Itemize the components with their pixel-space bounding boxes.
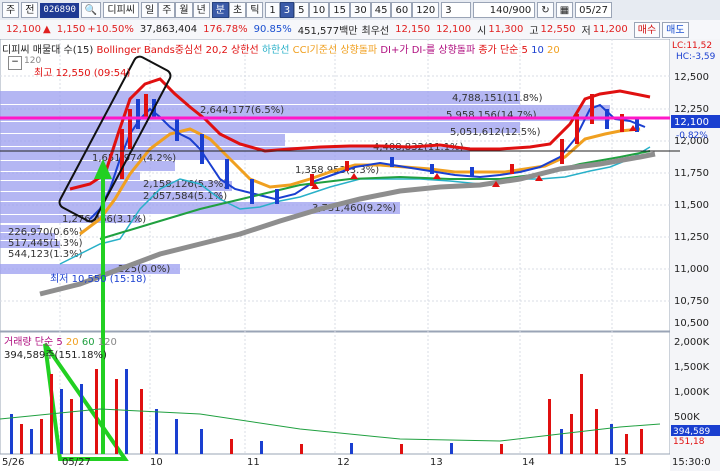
trade-strength: 90.85%: [253, 24, 292, 35]
svg-text:15: 15: [614, 457, 627, 468]
svg-text:1,500K: 1,500K: [674, 362, 710, 373]
low-price: 11,200: [592, 24, 628, 35]
period-week[interactable]: 주: [158, 2, 176, 18]
svg-text:10: 10: [150, 457, 163, 468]
last-volume: 394,589: [673, 427, 710, 437]
interval-3[interactable]: 3: [279, 2, 295, 18]
best-ask: 12,150: [395, 24, 431, 35]
svg-text:15:30:0: 15:30:0: [672, 457, 711, 468]
calendar-icon[interactable]: ▦: [555, 2, 574, 18]
count-field[interactable]: 140/900: [473, 2, 536, 18]
vp-label: 4,788,151(11.8%): [452, 93, 543, 104]
buy-button[interactable]: 매수: [633, 21, 661, 38]
high-label: 고: [529, 26, 539, 37]
legend-ma20: 20: [547, 45, 560, 56]
vp-label: 1,651,974(4.2%): [92, 153, 176, 164]
best-bid: 12,100: [436, 24, 472, 35]
svg-text:11,000: 11,000: [674, 264, 709, 275]
chart-title: 디피씨 매물대 수(15): [2, 45, 94, 56]
svg-text:12: 12: [337, 457, 350, 468]
stock-code-input[interactable]: 026890: [40, 2, 79, 18]
vp-label: 2,644,177(6.5%): [200, 105, 284, 116]
svg-text:500K: 500K: [674, 412, 700, 423]
stock-name: 디피씨: [103, 2, 139, 18]
interval-minute[interactable]: 분: [211, 2, 229, 18]
legend-ma: 종가 단순 5: [478, 45, 528, 56]
period-year[interactable]: 년: [192, 2, 210, 18]
open-label: 시: [477, 26, 487, 37]
interval-tick[interactable]: 틱: [246, 2, 264, 18]
refresh-icon[interactable]: ↻: [537, 2, 554, 18]
lc-value: LC:11,52: [672, 41, 713, 51]
market-select[interactable]: 전: [21, 2, 39, 18]
svg-text:11,250: 11,250: [674, 232, 709, 243]
interval-15[interactable]: 15: [329, 2, 350, 18]
svg-text:2,000K: 2,000K: [674, 337, 710, 348]
svg-text:11,750: 11,750: [674, 168, 709, 179]
interval-10[interactable]: 10: [308, 2, 330, 18]
volume-ratio: 176.78%: [203, 24, 248, 35]
period-day[interactable]: 일: [140, 2, 159, 18]
legend-di: DI+가 DI-를 상향돌파: [380, 45, 476, 56]
box-120: 120: [24, 56, 42, 66]
last-price: 12,100: [674, 117, 709, 128]
up-arrow-icon: ▲: [43, 24, 51, 35]
chart-area[interactable]: 4,788,151(11.8%) 5,958,156(14.7%) 5,051,…: [0, 39, 720, 471]
svg-text:10,750: 10,750: [674, 296, 709, 307]
svg-text:10,500: 10,500: [674, 318, 709, 329]
hc-value: HC:-3,59: [676, 52, 716, 62]
change-rate: +10.50%: [87, 24, 134, 35]
last-volume-ratio: 151,18: [673, 437, 705, 447]
date-field[interactable]: 05/27: [575, 2, 612, 18]
min-annotation: 최저 10,550 (15:18): [50, 273, 146, 285]
quote-bar: 12,100 ▲ 1,150 +10.50% 37,863,404 176.78…: [0, 20, 720, 40]
svg-text:11: 11: [247, 457, 260, 468]
collapse-button[interactable]: −: [8, 56, 22, 70]
best-ask-label: 최우선: [361, 26, 390, 37]
svg-text:5/26: 5/26: [2, 457, 24, 468]
price-change: 1,150: [56, 24, 86, 35]
vp-label: 226,970(0.6%): [8, 227, 83, 238]
vp-label: 5,051,612(12.5%): [450, 127, 541, 138]
svg-text:1,000K: 1,000K: [674, 387, 710, 398]
legend-cci: CCI기준선 상향돌파: [292, 45, 378, 56]
search-icon[interactable]: 🔍: [80, 2, 102, 18]
legend-ma10: 10: [531, 45, 544, 56]
high-price: 12,550: [540, 24, 576, 35]
open-price: 11,300: [488, 24, 524, 35]
current-price: 12,100: [6, 24, 41, 35]
svg-text:12,500: 12,500: [674, 72, 709, 83]
last-rate: -0.82%: [676, 131, 708, 141]
legend-upper: 상한선: [231, 45, 259, 56]
low-label: 저: [581, 26, 591, 37]
interval-1[interactable]: 1: [265, 2, 280, 18]
period-month[interactable]: 월: [175, 2, 193, 18]
volume-value: 394,589주(151.18%): [4, 350, 107, 361]
trade-volume: 37,863,404: [139, 24, 198, 35]
interval-second[interactable]: 초: [229, 2, 247, 18]
vp-label: 517,445(1.3%): [8, 238, 83, 249]
interval-30[interactable]: 30: [350, 2, 371, 18]
interval-45[interactable]: 45: [370, 2, 392, 18]
interval-5[interactable]: 5: [294, 2, 309, 18]
interval-input[interactable]: 3: [441, 2, 472, 18]
svg-text:13: 13: [430, 457, 443, 468]
price-chart: 4,788,151(11.8%) 5,958,156(14.7%) 5,051,…: [0, 39, 720, 471]
trade-amount: 451,577백만: [297, 26, 358, 37]
interval-60[interactable]: 60: [391, 2, 413, 18]
svg-text:14: 14: [522, 457, 535, 468]
svg-text:05/27: 05/27: [62, 457, 91, 468]
legend-lower: 하한선: [261, 45, 290, 56]
max-annotation: 최고 12,550 (09:54): [34, 67, 130, 79]
legend-bb: Bollinger Bands중심선 20,2: [96, 45, 228, 56]
toolbar: 주 전 026890 🔍 디피씨 일 주 월 년 분 초 틱 1 3 5 10 …: [0, 0, 720, 21]
sell-button[interactable]: 매도: [662, 21, 689, 38]
legend-row: 디피씨 매물대 수(15) Bollinger Bands중심선 20,2 상한…: [2, 41, 560, 56]
svg-text:12,250: 12,250: [674, 104, 709, 115]
svg-text:11,500: 11,500: [674, 200, 709, 211]
interval-120[interactable]: 120: [412, 2, 440, 18]
type-select[interactable]: 주: [2, 2, 20, 18]
